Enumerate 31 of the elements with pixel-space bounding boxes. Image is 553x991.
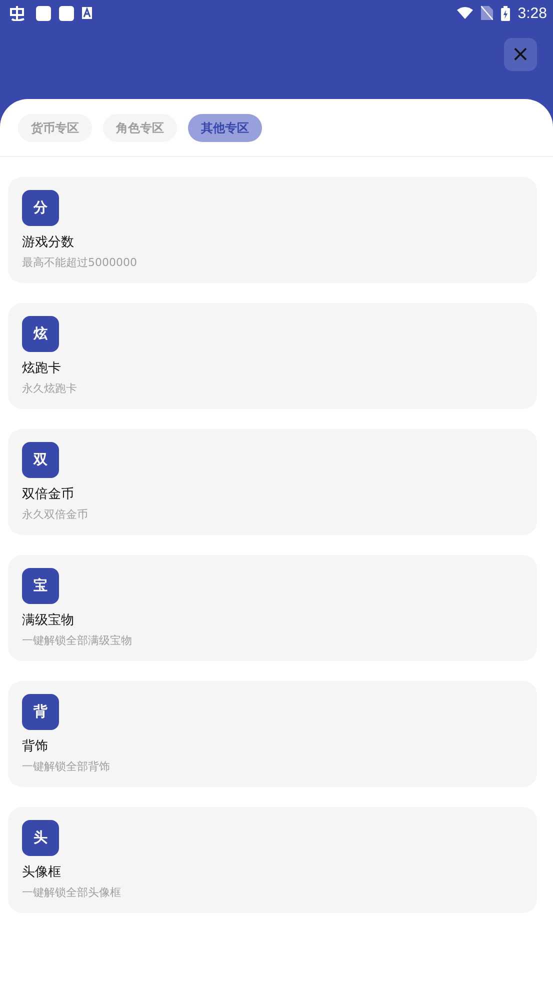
item-title: 满级宝物 [22,612,74,629]
notification-icon [36,6,51,20]
item-card[interactable]: 分 游戏分数 最高不能超过5000000 [8,177,537,283]
item-subtitle: 一键解锁全部背饰 [22,759,110,774]
wifi-icon [456,7,473,19]
item-badge: 宝 [22,568,59,604]
item-title: 炫跑卡 [22,360,61,377]
notification-icon [59,6,74,20]
item-card[interactable]: 头 头像框 一键解锁全部头像框 [8,807,537,913]
no-sim-icon [480,6,493,20]
item-title: 背饰 [22,738,48,755]
item-card[interactable]: 宝 满级宝物 一键解锁全部满级宝物 [8,555,537,661]
item-title: 双倍金币 [22,486,74,503]
item-subtitle: 一键解锁全部头像框 [22,885,121,900]
item-subtitle: 永久双倍金币 [22,507,88,522]
keyboard-icon [82,7,92,19]
item-card[interactable]: 双 双倍金币 永久双倍金币 [8,429,537,535]
battery-icon [500,6,510,20]
item-badge: 炫 [22,316,59,352]
item-badge: 分 [22,190,59,226]
item-badge: 背 [22,694,59,730]
item-subtitle: 最高不能超过5000000 [22,255,137,270]
item-title: 头像框 [22,864,61,881]
item-card[interactable]: 背 背饰 一键解锁全部背饰 [8,681,537,787]
item-subtitle: 永久炫跑卡 [22,381,77,396]
item-badge: 双 [22,442,59,478]
item-subtitle: 一键解锁全部满级宝物 [22,633,132,648]
item-card[interactable]: 炫 炫跑卡 永久炫跑卡 [8,303,537,409]
item-title: 游戏分数 [22,234,74,251]
item-badge: 头 [22,820,59,856]
clock-time: 3:28 [518,4,547,22]
